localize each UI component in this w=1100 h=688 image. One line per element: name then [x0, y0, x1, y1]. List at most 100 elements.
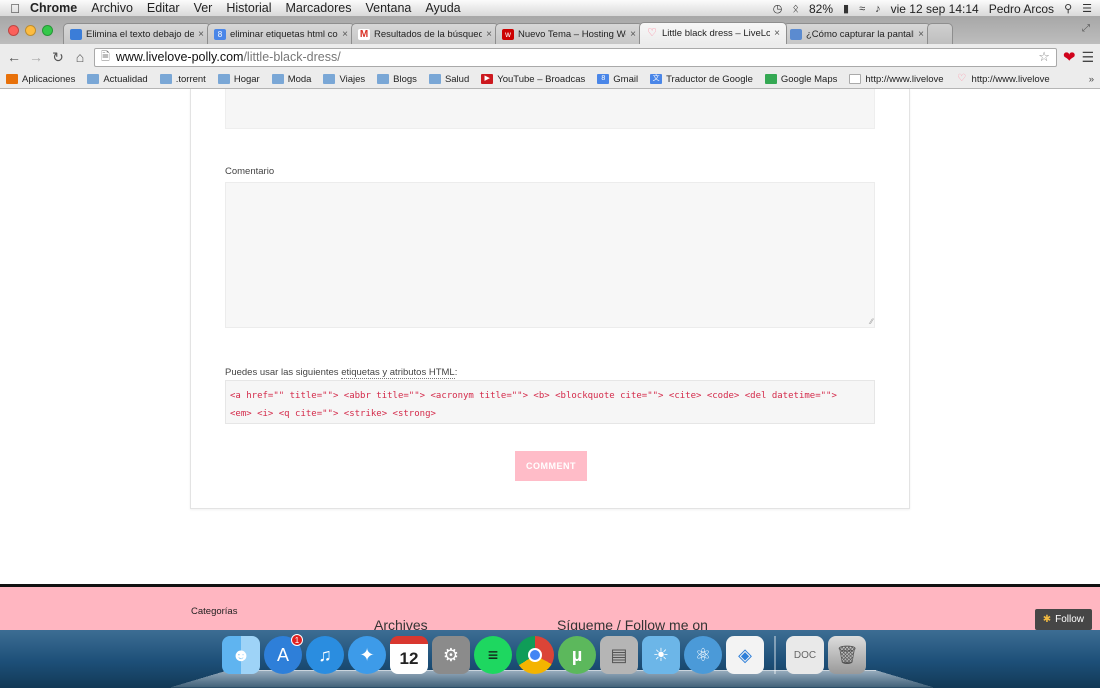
safari-icon[interactable]: ✦	[348, 636, 386, 674]
tab-5-active[interactable]: ♡ Little black dress – LiveLo ×	[639, 22, 787, 44]
menu-ver[interactable]: Ver	[194, 1, 213, 15]
battery-icon[interactable]: ▮	[843, 2, 849, 15]
previous-input-field[interactable]	[225, 89, 875, 129]
tab-title: Resultados de la búsqueda	[374, 28, 482, 40]
volume-icon[interactable]: ♪	[875, 3, 881, 15]
system-prefs-icon[interactable]: ⚙	[432, 636, 470, 674]
tab-4[interactable]: w Nuevo Tema – Hosting Wo ×	[495, 23, 643, 44]
tab-title: Nuevo Tema – Hosting Wo	[518, 28, 626, 40]
tab-2[interactable]: 8 eliminar etiquetas html co ×	[207, 23, 355, 44]
spotlight-icon[interactable]: ⚲	[1064, 2, 1072, 15]
menu-ayuda[interactable]: Ayuda	[425, 1, 460, 15]
app-icon[interactable]: ⚛	[684, 636, 722, 674]
extension-heart-icon[interactable]: ❤	[1063, 48, 1076, 66]
bookmark-gmail[interactable]: 8 Gmail	[597, 74, 638, 85]
menu-archivo[interactable]: Archivo	[91, 1, 133, 15]
bookmark-folder-torrent[interactable]: .torrent	[159, 74, 206, 85]
trash-icon[interactable]: 🗑	[828, 636, 866, 674]
calendar-day: 12	[399, 649, 419, 668]
comment-submit-button[interactable]: COMMENT	[515, 451, 587, 481]
wifi-icon[interactable]: ≈	[859, 3, 865, 15]
disk-utility-icon[interactable]: ▤	[600, 636, 638, 674]
bookmark-folder-blogs[interactable]: Blogs	[377, 74, 417, 85]
bookmark-star-icon[interactable]: ☆	[1038, 49, 1050, 65]
resize-handle-icon[interactable]: ∕∕	[870, 318, 873, 326]
close-window-button[interactable]	[8, 25, 19, 36]
bluetooth-icon[interactable]: ᛟ	[792, 3, 799, 15]
menu-marcadores[interactable]: Marcadores	[286, 1, 352, 15]
tab-6[interactable]: ¿Cómo capturar la pantalla ×	[783, 23, 931, 44]
dock-separator	[774, 636, 776, 674]
plus-icon: ✱	[1042, 614, 1052, 625]
bookmark-youtube[interactable]: ▶ YouTube – Broadcas	[481, 74, 585, 85]
tab-close-icon[interactable]: ×	[914, 29, 924, 40]
tab-strip: Elimina el texto debajo de × 8 eliminar …	[0, 17, 1100, 44]
clock[interactable]: vie 12 sep 14:14	[891, 2, 979, 16]
bookmark-apps[interactable]: Aplicaciones	[6, 74, 75, 85]
zoom-window-button[interactable]	[42, 25, 53, 36]
bookmark-folder-moda[interactable]: Moda	[271, 74, 311, 85]
menu-editar[interactable]: Editar	[147, 1, 180, 15]
bookmark-livelove-1[interactable]: http://www.livelove	[849, 74, 944, 85]
bookmark-livelove-2[interactable]: ♡ http://www.livelove	[956, 74, 1050, 85]
preview-icon[interactable]: ◈	[726, 636, 764, 674]
minimize-window-button[interactable]	[25, 25, 36, 36]
time-machine-icon[interactable]: ◷	[773, 2, 783, 15]
tab-close-icon[interactable]: ×	[338, 29, 348, 40]
tab-title: Little black dress – LiveLo	[662, 28, 770, 39]
iphoto-icon[interactable]: ☀	[642, 636, 680, 674]
google-icon: 8	[597, 74, 610, 84]
bookmark-maps[interactable]: Google Maps	[764, 74, 837, 85]
comment-textarea[interactable]: ∕∕	[225, 182, 875, 328]
forward-arrow-icon[interactable]: →	[28, 49, 44, 65]
finder-icon[interactable]: ☻	[222, 636, 260, 674]
bookmark-folder-viajes[interactable]: Viajes	[323, 74, 365, 85]
appstore-icon[interactable]: A1	[264, 634, 303, 674]
fullscreen-icon[interactable]: ⤢	[1082, 23, 1090, 34]
home-icon[interactable]: ⌂	[72, 49, 88, 65]
page-icon	[849, 74, 862, 84]
follow-button[interactable]: ✱ Follow	[1034, 609, 1092, 630]
bookmark-folder-actualidad[interactable]: Actualidad	[87, 74, 148, 85]
chrome-menu-icon[interactable]: ☰	[1081, 49, 1094, 66]
folder-icon	[323, 74, 336, 84]
documents-icon[interactable]: DOC	[786, 636, 824, 674]
tab-close-icon[interactable]: ×	[770, 28, 780, 39]
window-controls	[4, 17, 63, 44]
chrome-icon[interactable]	[516, 636, 554, 674]
tab-3[interactable]: M Resultados de la búsqueda ×	[351, 23, 499, 44]
heart-icon: ♡	[957, 73, 967, 84]
tab-favicon-icon	[790, 28, 802, 40]
calendar-icon[interactable]: 12	[390, 636, 428, 674]
spotify-icon[interactable]: ≡	[474, 636, 512, 674]
translate-icon: 文	[650, 74, 663, 84]
footer-categories-heading: Categorías	[191, 606, 238, 617]
tab-1[interactable]: Elimina el texto debajo de ×	[63, 23, 211, 44]
user-name[interactable]: Pedro Arcos	[989, 2, 1054, 16]
battery-percent[interactable]: 82%	[809, 2, 833, 16]
footer-archives-heading: Archives	[374, 617, 428, 630]
notification-center-icon[interactable]: ☰	[1082, 2, 1092, 15]
youtube-icon: ▶	[481, 74, 494, 84]
bookmarks-overflow-chevron-icon[interactable]: »	[1089, 74, 1094, 85]
itunes-icon[interactable]: ♫	[306, 636, 344, 674]
menu-historial[interactable]: Historial	[226, 1, 271, 15]
new-tab-button[interactable]	[927, 23, 953, 44]
tab-close-icon[interactable]: ×	[626, 29, 636, 40]
page-content: Comentario ∕∕ Puedes usar las siguientes…	[0, 89, 1100, 584]
tab-favicon-icon	[70, 28, 82, 40]
utorrent-icon[interactable]: µ	[558, 636, 596, 674]
back-arrow-icon[interactable]: ←	[6, 49, 22, 65]
tab-close-icon[interactable]: ×	[482, 29, 492, 40]
apple-menu-icon[interactable]: 	[0, 1, 30, 16]
folder-icon	[159, 74, 172, 84]
bookmark-folder-hogar[interactable]: Hogar	[217, 74, 260, 85]
menu-app-name[interactable]: Chrome	[30, 1, 77, 15]
tab-close-icon[interactable]: ×	[194, 29, 204, 40]
menu-ventana[interactable]: Ventana	[366, 1, 412, 15]
follow-label: Follow	[1055, 614, 1084, 625]
bookmark-folder-salud[interactable]: Salud	[428, 74, 469, 85]
reload-icon[interactable]: ↻	[50, 49, 66, 66]
address-bar[interactable]: 🗎 www.livelove-polly.com /little-black-d…	[94, 47, 1057, 67]
bookmark-translate[interactable]: 文 Traductor de Google	[650, 74, 753, 85]
